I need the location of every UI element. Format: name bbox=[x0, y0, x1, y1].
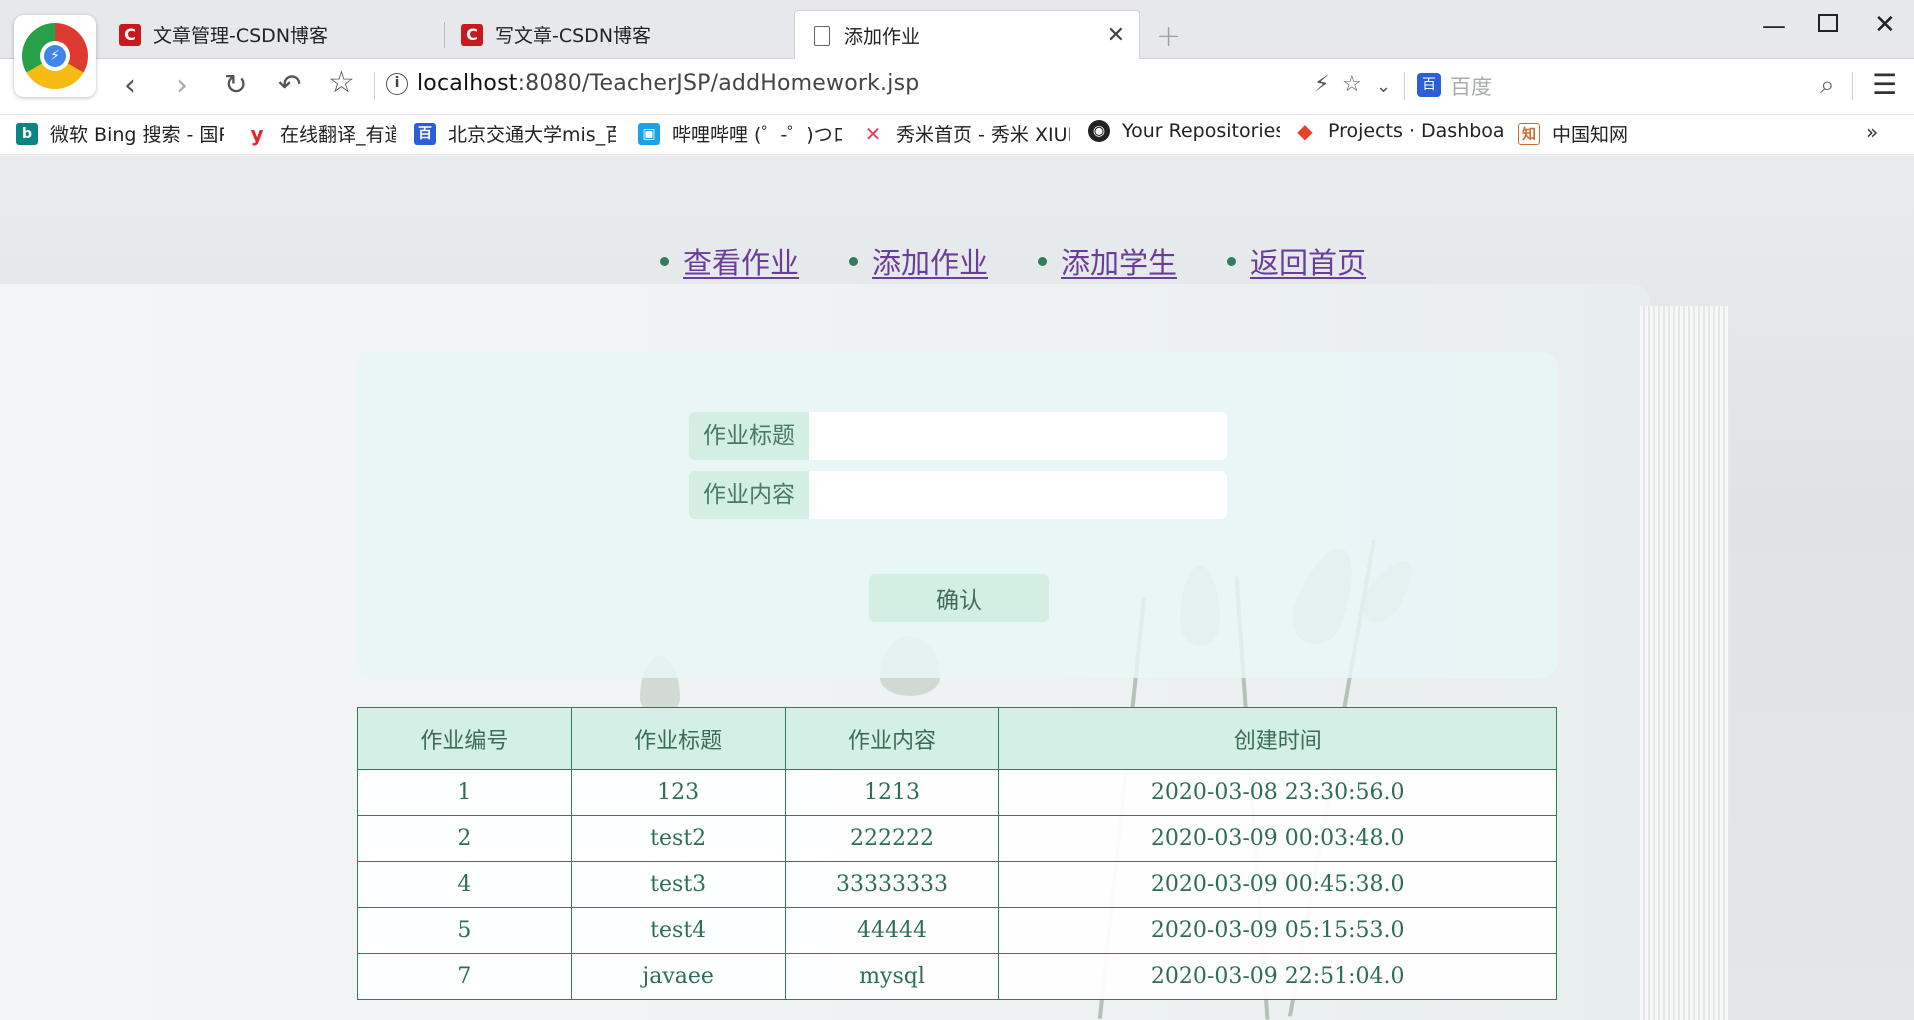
lightning-icon[interactable]: ⚡ bbox=[1314, 72, 1329, 97]
table-cell: 2020-03-09 00:45:38.0 bbox=[998, 861, 1557, 908]
bookmark-youdao[interactable]: y 在线翻译_有道 bbox=[246, 120, 396, 147]
bullet-icon bbox=[1038, 256, 1048, 266]
github-icon: ◉ bbox=[1088, 120, 1110, 142]
tab-title: 写文章-CSDN博客 bbox=[495, 25, 652, 47]
table-cell: 2020-03-08 23:30:56.0 bbox=[998, 769, 1557, 816]
search-input[interactable]: 百度 bbox=[1450, 71, 1492, 101]
bookmark-bilibili[interactable]: ▣ 哔哩哔哩 (゜-゜)つロ bbox=[638, 120, 842, 147]
undo-icon[interactable]: ↶ bbox=[278, 68, 301, 102]
close-window-button[interactable]: ✕ bbox=[1874, 10, 1896, 40]
table-cell: 2020-03-09 05:15:53.0 bbox=[998, 907, 1557, 954]
table-cell: 5 bbox=[357, 907, 572, 954]
gitlab-icon: ◆ bbox=[1297, 120, 1313, 142]
youdao-icon: y bbox=[250, 121, 264, 146]
col-homework-id: 作业编号 bbox=[357, 707, 572, 770]
search-icon[interactable]: ⌕ bbox=[1820, 70, 1835, 101]
forward-arrow-icon[interactable]: › bbox=[176, 69, 188, 103]
table-cell: 44444 bbox=[784, 907, 1000, 954]
homework-title-field: 作业标题 bbox=[689, 412, 1227, 460]
table-cell: test3 bbox=[570, 861, 786, 908]
csdn-icon: C bbox=[119, 23, 141, 46]
more-bookmarks-icon[interactable]: » bbox=[1866, 120, 1878, 144]
bookmark-bing[interactable]: b 微软 Bing 搜索 - 国P bbox=[16, 120, 224, 147]
table-cell: 7 bbox=[357, 953, 572, 1000]
homework-table: 作业编号 作业标题 作业内容 创建时间 1 123 1213 2020-03-08 2… bbox=[357, 707, 1557, 1000]
table-row: 7 javaee mysql 2020-03-09 22:51:04.0 bbox=[357, 953, 1557, 1000]
col-homework-title: 作业标题 bbox=[570, 707, 786, 770]
document-icon bbox=[814, 25, 830, 46]
bullet-icon bbox=[1227, 256, 1237, 266]
col-created-time: 创建时间 bbox=[998, 707, 1557, 770]
table-row: 5 test4 44444 2020-03-09 05:15:53.0 bbox=[357, 907, 1557, 954]
csdn-icon: C bbox=[461, 23, 483, 46]
baidu-icon: 百 bbox=[414, 122, 436, 145]
table-cell: 1 bbox=[357, 769, 572, 816]
page-viewport: 查看作业 添加作业 添加学生 返回首页 作业标题 作业内容 确认 作业编号 作业… bbox=[0, 156, 1914, 1020]
table-row: 1 123 1213 2020-03-08 23:30:56.0 bbox=[357, 769, 1557, 816]
page-nav: 查看作业 添加作业 添加学生 返回首页 bbox=[660, 240, 1416, 282]
maximize-button[interactable] bbox=[1818, 14, 1838, 32]
table-cell: javaee bbox=[570, 953, 786, 1000]
nav-add-student[interactable]: 添加学生 bbox=[1061, 240, 1177, 282]
nav-add-homework[interactable]: 添加作业 bbox=[872, 240, 988, 282]
url-host: localhost bbox=[417, 71, 518, 96]
table-cell: 4 bbox=[357, 861, 572, 908]
table-cell: 2020-03-09 22:51:04.0 bbox=[998, 953, 1557, 1000]
add-homework-form: 作业标题 作业内容 确认 bbox=[357, 352, 1557, 678]
bing-icon: b bbox=[16, 122, 38, 145]
bookmark-cnki[interactable]: 知 中国知网 bbox=[1518, 120, 1648, 147]
browser-logo-icon[interactable]: ⚡ bbox=[14, 15, 96, 97]
reload-icon[interactable]: ↻ bbox=[224, 68, 247, 102]
confirm-button[interactable]: 确认 bbox=[869, 574, 1049, 622]
table-cell: 222222 bbox=[784, 815, 1000, 862]
tab-title: 文章管理-CSDN博客 bbox=[153, 25, 329, 47]
url-path: :8080/TeacherJSP/addHomework.jsp bbox=[517, 71, 920, 96]
bullet-icon bbox=[660, 256, 669, 266]
new-tab-button[interactable]: + bbox=[1156, 19, 1181, 54]
xiumi-icon: ✕ bbox=[864, 121, 882, 146]
bookmark-star-icon[interactable]: ☆ bbox=[328, 66, 355, 100]
menu-icon[interactable]: ☰ bbox=[1872, 68, 1897, 101]
baidu-search-icon: 百 bbox=[1417, 73, 1441, 97]
minimize-button[interactable]: — bbox=[1762, 12, 1786, 40]
site-info-icon[interactable]: i bbox=[386, 73, 408, 95]
bilibili-icon: ▣ bbox=[638, 122, 660, 145]
bookmark-xiumi[interactable]: ✕ 秀米首页 - 秀米 XIUM bbox=[862, 120, 1070, 147]
homework-title-label: 作业标题 bbox=[689, 412, 809, 460]
table-cell: 123 bbox=[570, 769, 786, 816]
bullet-icon bbox=[849, 256, 859, 266]
table-cell: mysql bbox=[784, 953, 1000, 1000]
table-cell: test2 bbox=[570, 815, 786, 862]
table-header-row: 作业编号 作业标题 作业内容 创建时间 bbox=[357, 707, 1557, 770]
table-row: 2 test2 222222 2020-03-09 00:03:48.0 bbox=[357, 815, 1557, 862]
table-row: 4 test3 33333333 2020-03-09 00:45:38.0 bbox=[357, 861, 1557, 908]
homework-content-label: 作业内容 bbox=[689, 471, 809, 519]
nav-view-homework[interactable]: 查看作业 bbox=[683, 240, 799, 282]
address-bar[interactable]: localhost:8080/TeacherJSP/addHomework.js… bbox=[417, 71, 919, 96]
table-cell: 33333333 bbox=[784, 861, 1000, 908]
table-cell: 1213 bbox=[784, 769, 1000, 816]
close-tab-icon[interactable]: ✕ bbox=[1107, 23, 1125, 48]
col-homework-content: 作业内容 bbox=[784, 707, 1000, 770]
favorite-star-icon[interactable]: ☆ bbox=[1342, 72, 1362, 97]
table-cell: 2 bbox=[357, 815, 572, 862]
bookmark-gitlab[interactable]: ◆ Projects · Dashboard bbox=[1294, 120, 1506, 142]
tab-add-homework[interactable]: 添加作业 ✕ bbox=[794, 10, 1140, 60]
homework-content-field: 作业内容 bbox=[689, 471, 1227, 519]
nav-back-home[interactable]: 返回首页 bbox=[1250, 240, 1366, 282]
cnki-icon: 知 bbox=[1518, 122, 1540, 145]
tab-title: 添加作业 bbox=[844, 26, 921, 48]
tab-write-article[interactable]: C 写文章-CSDN博客 bbox=[445, 10, 787, 59]
tab-article-management[interactable]: C 文章管理-CSDN博客 bbox=[103, 10, 445, 59]
homework-content-input[interactable] bbox=[809, 471, 1227, 519]
homework-title-input[interactable] bbox=[809, 412, 1227, 460]
bookmark-github[interactable]: ◉ Your Repositories bbox=[1088, 120, 1280, 142]
table-cell: 2020-03-09 00:03:48.0 bbox=[998, 815, 1557, 862]
chevron-down-icon[interactable]: ⌄ bbox=[1376, 76, 1391, 97]
table-cell: test4 bbox=[570, 907, 786, 954]
bookmark-bjtu-baidu[interactable]: 百 北京交通大学mis_百 bbox=[414, 120, 616, 147]
back-arrow-icon[interactable]: ‹ bbox=[124, 69, 136, 103]
homework-table-body: 1 123 1213 2020-03-08 23:30:56.0 2 test2 22222… bbox=[357, 769, 1557, 1000]
